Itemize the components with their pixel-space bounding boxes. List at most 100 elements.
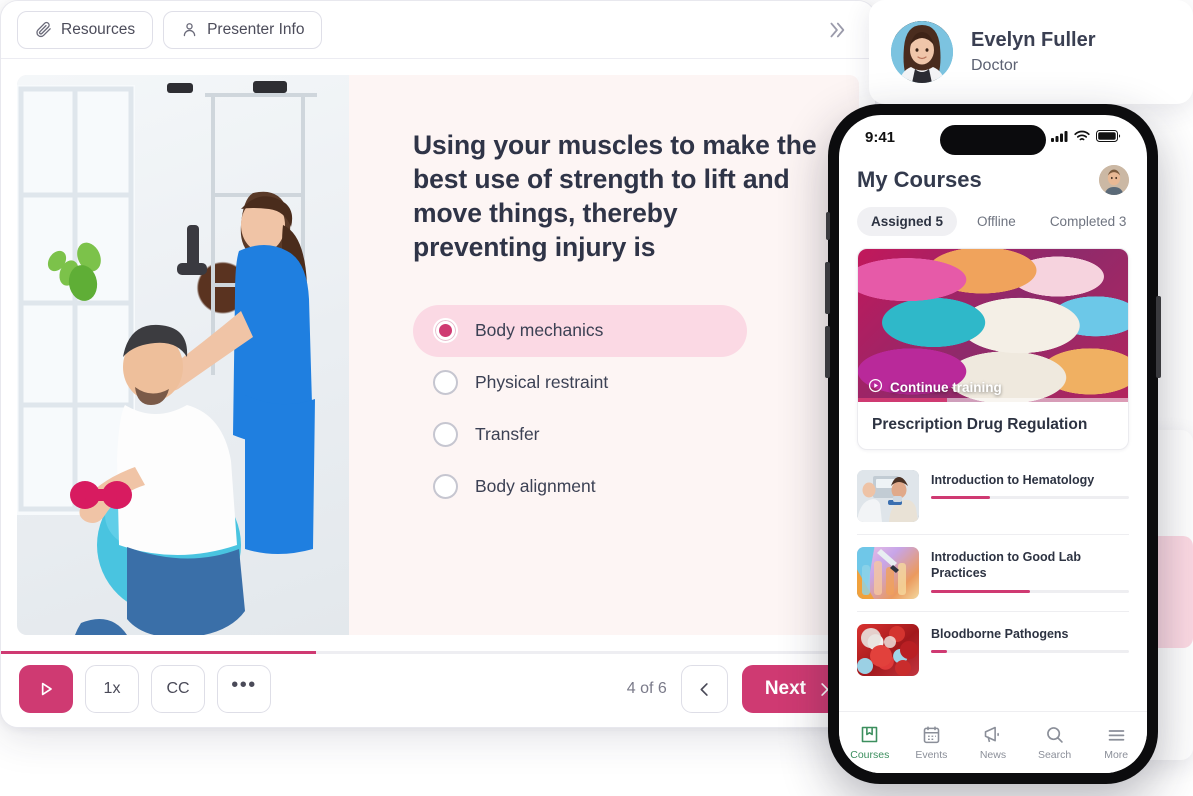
resources-button[interactable]: Resources xyxy=(17,10,154,49)
tabbar-item-courses[interactable]: Courses xyxy=(839,724,901,761)
course-item-progress-fill xyxy=(931,650,947,654)
tabbar-item-events[interactable]: Events xyxy=(901,724,963,761)
course-item-progress-track xyxy=(931,589,1129,593)
course-item-progress-fill xyxy=(931,496,991,500)
paperclip-icon xyxy=(35,21,52,38)
presenter-info-button[interactable]: Presenter Info xyxy=(163,10,323,49)
page-title: My Courses xyxy=(857,167,982,192)
phone-header: My Courses xyxy=(839,159,1147,197)
player-controls-bar: 1x CC ••• 4 of 6 Next xyxy=(1,651,875,727)
status-bar: 9:41 xyxy=(839,115,1147,159)
tabbar-item-news[interactable]: News xyxy=(962,724,1024,761)
tabbar-label: Search xyxy=(1037,749,1072,761)
tabbar-label: Events xyxy=(915,749,948,761)
calendar-icon xyxy=(901,724,963,746)
featured-progress-fill xyxy=(858,398,948,402)
continue-training-label: Continue training xyxy=(890,379,1002,395)
previous-slide-button[interactable] xyxy=(680,665,728,713)
volume-down-button[interactable] xyxy=(825,326,830,378)
battery-icon xyxy=(1096,129,1121,146)
course-thumbnail xyxy=(857,470,919,522)
radio-button-icon xyxy=(433,318,458,344)
quiz-slide: Using your muscles to make the best use … xyxy=(17,75,859,635)
search-icon xyxy=(1024,724,1086,746)
closed-captions-button[interactable]: CC xyxy=(151,665,205,713)
slide-navigation: 4 of 6 Next xyxy=(627,665,857,713)
hamburger-menu-icon xyxy=(1085,724,1147,746)
course-player-window: Resources Presenter Info Using your musc… xyxy=(0,0,876,728)
wifi-icon xyxy=(1074,129,1090,146)
quiz-option-2[interactable]: Transfer xyxy=(413,409,747,461)
cellular-bars-icon xyxy=(1051,129,1068,146)
tabbar-item-more[interactable]: More xyxy=(1085,724,1147,761)
quiz-option-3[interactable]: Body alignment xyxy=(413,461,747,513)
bottom-tab-bar: Courses Events News Search More xyxy=(839,711,1147,773)
radio-button-icon xyxy=(433,370,458,396)
tabbar-label: More xyxy=(1104,749,1129,761)
mobile-phone-mockup: 9:41 My Courses Assigned 5 Offline Compl… xyxy=(825,104,1161,784)
resources-label: Resources xyxy=(61,20,136,38)
slide-photo xyxy=(17,75,349,635)
featured-course-image: Continue training xyxy=(858,249,1128,402)
tabbar-label: Courses xyxy=(850,749,890,761)
list-item[interactable]: Introduction to Good Lab Practices xyxy=(857,535,1129,612)
course-item-body: Introduction to Good Lab Practices xyxy=(931,547,1129,593)
quiz-option-label: Body alignment xyxy=(475,476,596,497)
course-thumbnail xyxy=(857,624,919,676)
tab-offline[interactable]: Offline xyxy=(963,207,1030,236)
playback-progress-track[interactable] xyxy=(1,651,875,654)
next-label: Next xyxy=(764,678,806,699)
presenter-card: Evelyn Fuller Doctor xyxy=(869,0,1193,104)
user-avatar[interactable] xyxy=(1099,165,1129,195)
person-icon xyxy=(181,21,198,38)
radio-button-icon xyxy=(433,422,458,448)
course-filter-tabs: Assigned 5 Offline Completed 3 xyxy=(839,197,1147,244)
quiz-question: Using your muscles to make the best use … xyxy=(413,130,817,262)
volume-up-button[interactable] xyxy=(825,262,830,314)
more-options-button[interactable]: ••• xyxy=(217,665,271,713)
slide-content: Using your muscles to make the best use … xyxy=(349,75,859,635)
course-item-title: Introduction to Good Lab Practices xyxy=(931,550,1081,581)
featured-course-card[interactable]: Continue training Prescription Drug Regu… xyxy=(857,248,1129,450)
course-list: Introduction to Hematology Introduction … xyxy=(839,450,1147,688)
playback-speed-button[interactable]: 1x xyxy=(85,665,139,713)
course-item-title: Introduction to Hematology xyxy=(931,473,1095,487)
list-item[interactable]: Bloodborne Pathogens xyxy=(857,612,1129,688)
tabbar-label: News xyxy=(979,749,1007,761)
course-item-body: Introduction to Hematology xyxy=(931,470,1129,500)
play-circle-icon xyxy=(868,378,883,396)
tabbar-item-search[interactable]: Search xyxy=(1024,724,1086,761)
tab-assigned[interactable]: Assigned 5 xyxy=(857,207,958,236)
radio-button-icon xyxy=(433,474,458,500)
power-button[interactable] xyxy=(1156,296,1161,378)
course-item-title: Bloodborne Pathogens xyxy=(931,627,1069,641)
course-item-progress-track xyxy=(931,650,1129,654)
dynamic-island xyxy=(940,125,1046,155)
playback-progress-fill xyxy=(1,651,316,654)
double-chevron-right-icon[interactable] xyxy=(819,13,853,47)
quiz-option-label: Body mechanics xyxy=(475,320,604,341)
status-icons xyxy=(1051,129,1121,146)
status-time: 9:41 xyxy=(865,128,896,146)
presenter-name: Evelyn Fuller xyxy=(971,29,1096,51)
quiz-option-0[interactable]: Body mechanics xyxy=(413,304,747,357)
featured-progress-track xyxy=(858,398,1128,402)
phone-screen: 9:41 My Courses Assigned 5 Offline Compl… xyxy=(839,115,1147,773)
presenter-role: Doctor xyxy=(971,57,1019,74)
continue-training-row[interactable]: Continue training xyxy=(858,378,1128,396)
page-indicator: 4 of 6 xyxy=(626,680,667,697)
course-thumbnail xyxy=(857,547,919,599)
list-item[interactable]: Introduction to Hematology xyxy=(857,458,1129,535)
tab-completed[interactable]: Completed 3 xyxy=(1036,207,1141,236)
quiz-options: Body mechanics Physical restraint Transf… xyxy=(413,304,747,513)
presenter-avatar xyxy=(891,21,953,83)
quiz-option-1[interactable]: Physical restraint xyxy=(413,357,747,409)
course-item-progress-fill xyxy=(931,589,1030,593)
quiz-option-label: Transfer xyxy=(475,424,540,445)
megaphone-icon xyxy=(962,724,1024,746)
presenter-text: Evelyn Fuller Doctor xyxy=(971,29,1096,75)
presenter-info-label: Presenter Info xyxy=(207,20,305,38)
featured-course-title: Prescription Drug Regulation xyxy=(872,416,1088,433)
play-button[interactable] xyxy=(19,665,73,713)
silent-switch[interactable] xyxy=(826,212,830,240)
